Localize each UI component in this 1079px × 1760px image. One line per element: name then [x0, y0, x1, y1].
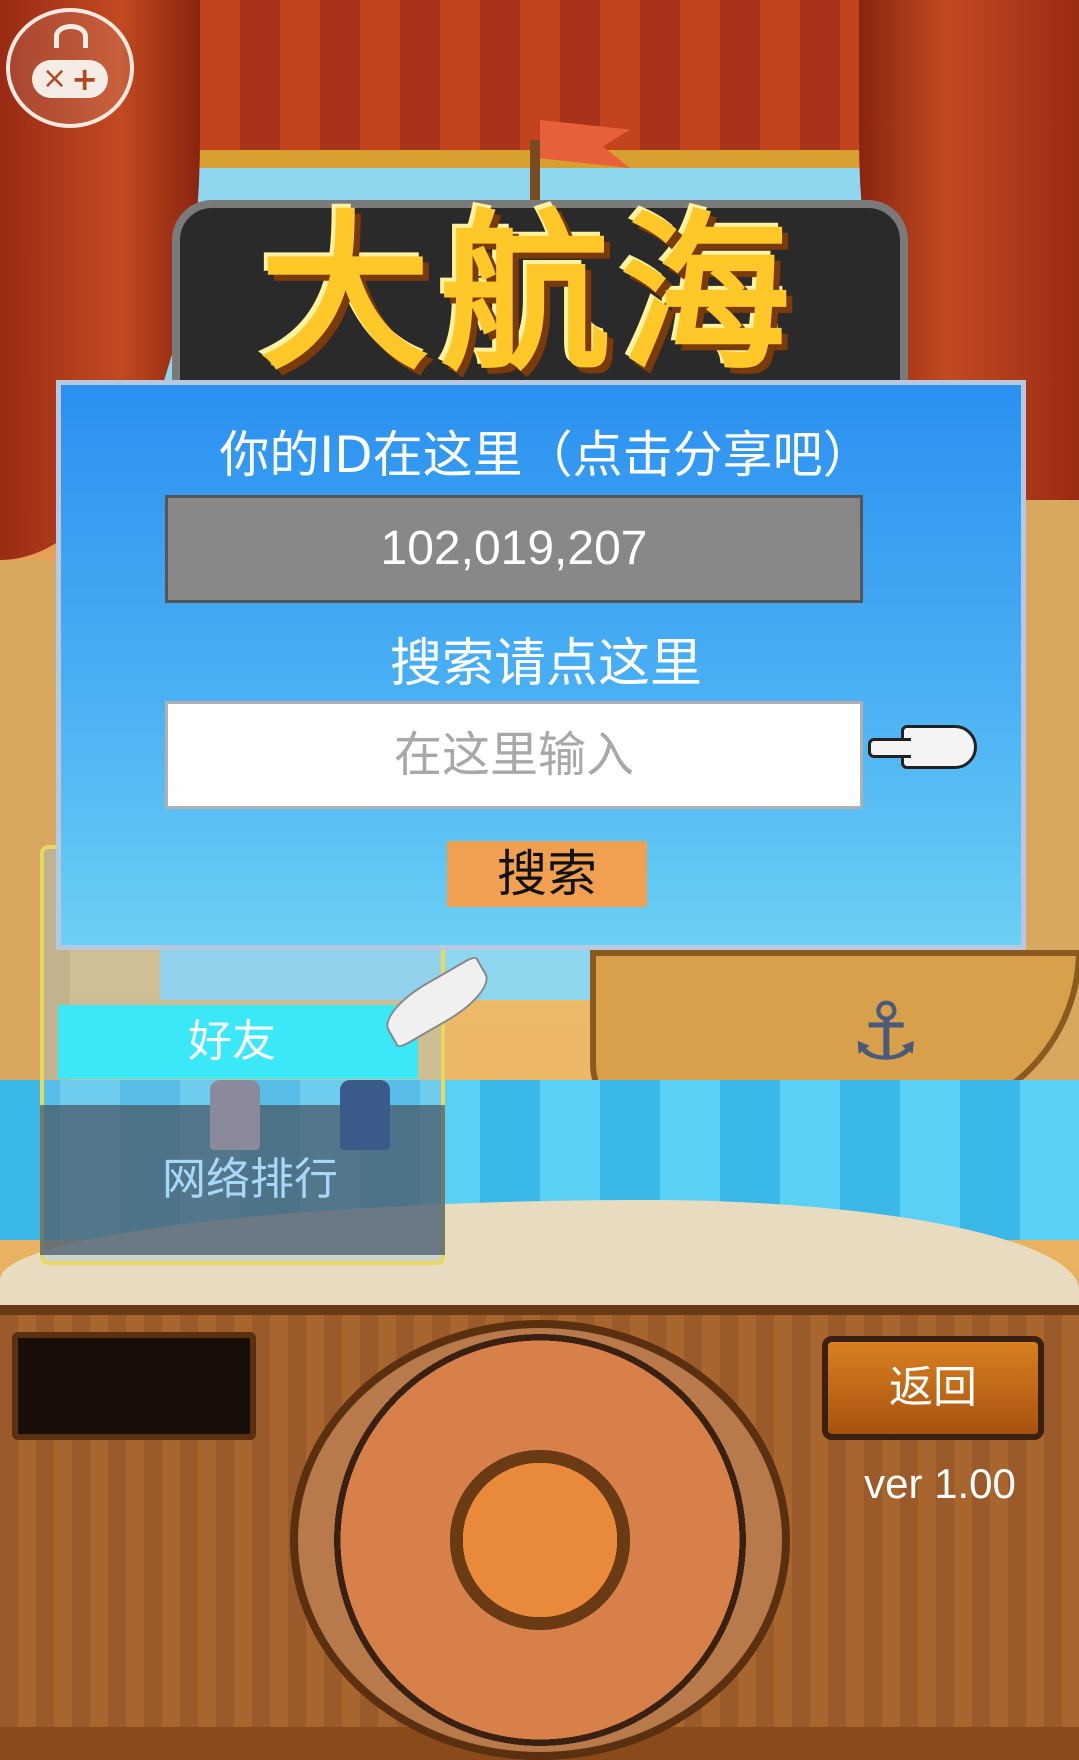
lifebuoy-dial[interactable]	[290, 1320, 790, 1760]
your-id-label: 你的ID在这里（点击分享吧）	[219, 426, 873, 484]
friends-button[interactable]: 好友	[58, 1005, 418, 1079]
online-ranking-button[interactable]: 网络排行	[100, 1150, 400, 1210]
gamepad-icon[interactable]	[6, 8, 134, 128]
wifi-icon	[54, 24, 88, 48]
search-button[interactable]: 搜索	[447, 841, 647, 907]
search-id-input[interactable]: 在这里输入	[165, 701, 863, 809]
controller-shape	[32, 60, 108, 98]
back-button[interactable]: 返回	[822, 1336, 1044, 1440]
version-label: ver 1.00	[864, 1460, 1016, 1507]
anchor-icon: ⚓	[850, 985, 922, 1078]
game-title-logo: 大航海	[259, 196, 800, 394]
player-id-share-box[interactable]: 102,019,207	[165, 495, 863, 603]
sailor-character	[210, 1080, 260, 1150]
friend-search-dialog: 你的ID在这里（点击分享吧） 102,019,207 搜索请点这里 在这里输入 …	[56, 380, 1026, 950]
dark-display-slot	[12, 1332, 256, 1440]
search-prompt-label: 搜索请点这里	[389, 634, 702, 694]
sailor-character	[340, 1080, 390, 1150]
pointing-hand-icon	[868, 725, 977, 769]
